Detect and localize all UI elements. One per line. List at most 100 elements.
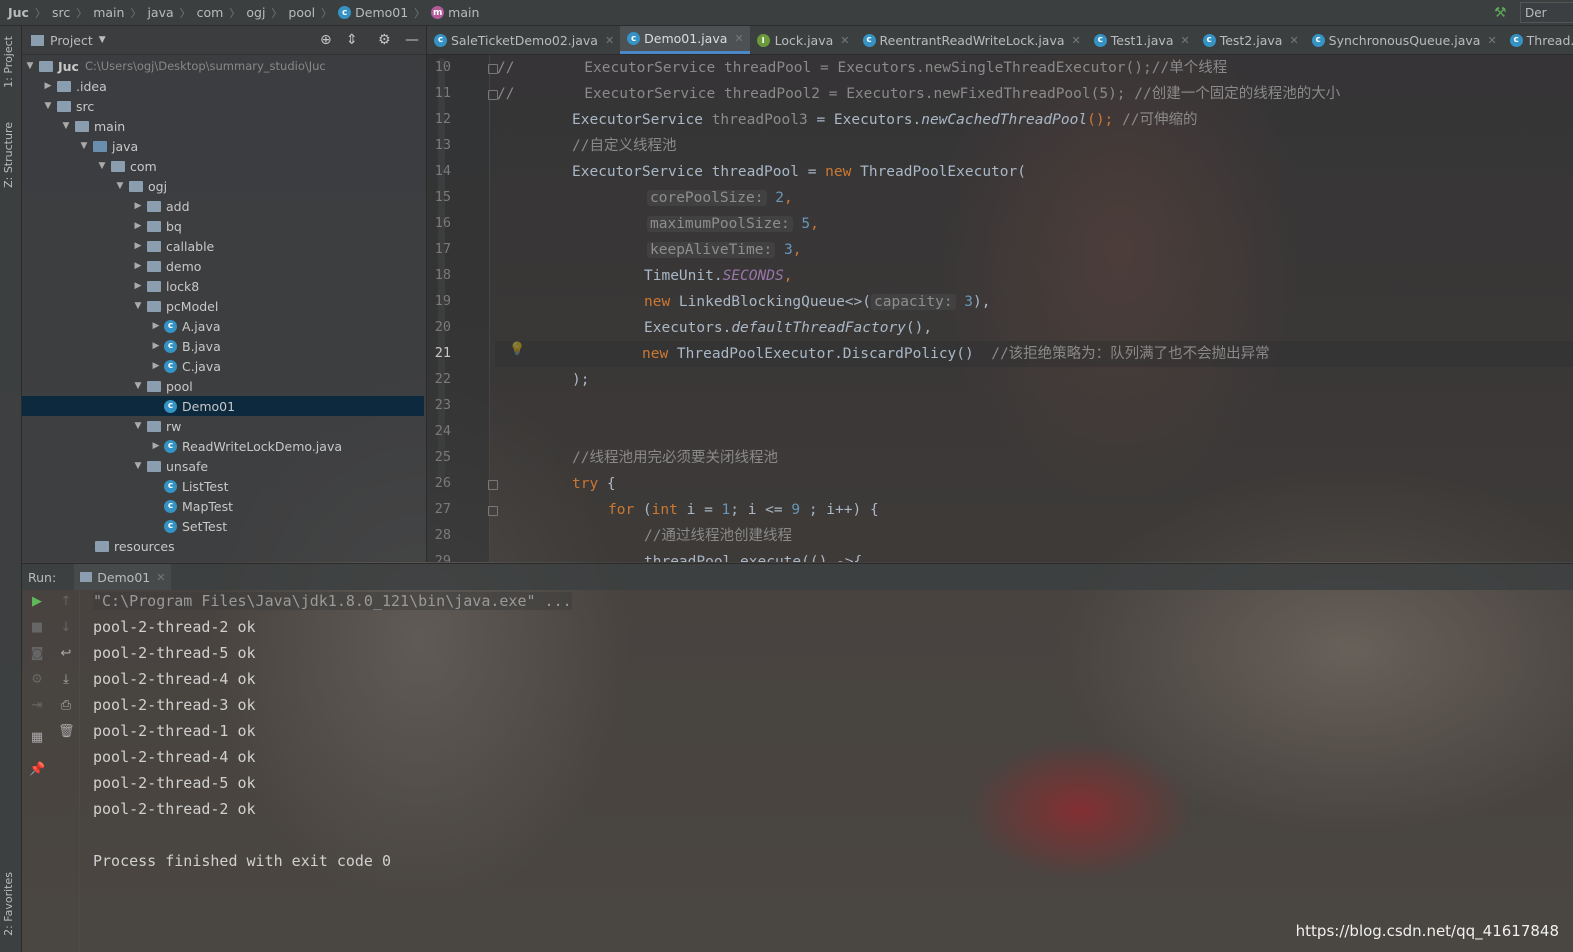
tree-item-main[interactable]: ▼ main [22,116,424,136]
tree-item-add[interactable]: ▶ add [22,196,424,216]
soft-wrap-icon[interactable]: ↩ [58,646,74,661]
exit-icon[interactable]: ⇥ [29,698,45,713]
tree-item-pcmodel[interactable]: ▼ pcModel [22,296,424,316]
tree-item-pool[interactable]: ▼ pool [22,376,424,396]
fold-marker-icon[interactable] [488,506,498,516]
collapsed-arrow-icon[interactable]: ▶ [150,361,162,371]
close-icon[interactable]: ✕ [840,34,849,47]
breadcrumb-java[interactable]: java [144,5,176,20]
hide-panel-icon[interactable]: — [405,32,419,48]
tree-item-demo01[interactable]: c Demo01 [22,396,424,416]
rerun-icon[interactable]: ▶ [29,594,45,609]
pin-icon[interactable]: 📌 [29,762,45,777]
console-output[interactable]: "C:\Program Files\Java\jdk1.8.0_121\bin\… [80,590,1573,952]
tree-item-com[interactable]: ▼ com [22,156,424,176]
collapsed-arrow-icon[interactable]: ▶ [42,81,54,91]
tree-item-settest[interactable]: c SetTest [22,516,424,536]
tree-item-src[interactable]: ▼ src [22,96,424,116]
expand-arrow-icon[interactable]: ▼ [96,161,108,171]
tree-item-juc[interactable]: ▼ Juc C:\Users\ogj\Desktop\summary_studi… [22,56,424,76]
collapsed-arrow-icon[interactable]: ▶ [132,221,144,231]
print-icon[interactable]: ⎙ [58,698,74,713]
tree-item-java[interactable]: ▼ java [22,136,424,156]
tree-item-c-java[interactable]: ▶ c C.java [22,356,424,376]
expand-arrow-icon[interactable]: ▼ [24,61,36,71]
breadcrumb-pool[interactable]: pool [285,5,318,20]
scroll-up-icon[interactable]: ↑ [58,594,74,609]
tree-item-readwritelockdemo[interactable]: ▶ c ReadWriteLockDemo.java [22,436,424,456]
console-output-line: pool-2-thread-5 ok [93,644,256,662]
collapsed-arrow-icon[interactable]: ▶ [150,341,162,351]
tree-item-a-java[interactable]: ▶ c A.java [22,316,424,336]
expand-arrow-icon[interactable]: ▼ [42,101,54,111]
close-icon[interactable]: ✕ [1487,34,1496,47]
tab-reentrantreadwritelock[interactable]: c ReentrantReadWriteLock.java ✕ [856,26,1087,54]
tree-item-resources[interactable]: resources [22,536,424,556]
expand-arrow-icon[interactable]: ▼ [132,421,144,431]
tree-item-lock8[interactable]: ▶ lock8 [22,276,424,296]
tab-synchronousqueue[interactable]: c SynchronousQueue.java ✕ [1305,26,1503,54]
tab-demo01[interactable]: c Demo01.java ✕ [620,26,750,54]
breadcrumb-com[interactable]: com [194,5,227,20]
collapsed-arrow-icon[interactable]: ▶ [150,321,162,331]
expand-arrow-icon[interactable]: ▼ [132,381,144,391]
breadcrumb-demo01[interactable]: c Demo01 [335,5,411,20]
breadcrumb-main[interactable]: main [90,5,127,20]
run-tab-demo01[interactable]: Demo01 ✕ [74,564,172,590]
project-view-selector[interactable]: Project [50,33,93,48]
close-icon[interactable]: ✕ [1289,34,1298,47]
stop-icon[interactable]: ■ [29,620,45,635]
settings-icon[interactable]: ⚙ [29,672,45,687]
gear-icon[interactable]: ⚙ [378,32,391,48]
tree-item-maptest[interactable]: c MapTest [22,496,424,516]
close-icon[interactable]: ✕ [156,571,165,584]
tree-item-listtest[interactable]: c ListTest [22,476,424,496]
favorites-tool-tab[interactable]: 2: Favorites [2,872,15,936]
breadcrumb-juc[interactable]: Juc [0,5,32,20]
chevron-down-icon[interactable]: ▼ [99,35,106,45]
tab-thread[interactable]: cThread.java [1503,26,1573,54]
scroll-down-icon[interactable]: ↓ [58,620,74,635]
structure-tool-tab[interactable]: Z: Structure [2,122,15,188]
close-icon[interactable]: ✕ [1180,34,1189,47]
tree-item-ogj[interactable]: ▼ ogj [22,176,424,196]
collapsed-arrow-icon[interactable]: ▶ [132,261,144,271]
tree-item-idea[interactable]: ▶ .idea [22,76,424,96]
tab-test2[interactable]: c Test2.java ✕ [1196,26,1305,54]
collapse-all-icon[interactable]: ⇕ [346,32,358,48]
tab-test1[interactable]: c Test1.java ✕ [1087,26,1196,54]
breadcrumb-ogj[interactable]: ogj [243,5,268,20]
camera-icon[interactable]: ◙ [29,646,45,661]
code-editor[interactable]: 10 11 12 13 14 15 16 17 18 19 20 21 22 2… [427,55,1573,562]
breadcrumb-main-method[interactable]: m main [428,5,482,20]
tree-item-demo[interactable]: ▶ demo [22,256,424,276]
run-configuration-selector[interactable]: Der [1520,2,1573,23]
close-icon[interactable]: ✕ [734,32,743,45]
tab-saleticketdemo02[interactable]: c SaleTicketDemo02.java ✕ [427,26,620,54]
collapsed-arrow-icon[interactable]: ▶ [132,201,144,211]
collapsed-arrow-icon[interactable]: ▶ [132,281,144,291]
trash-icon[interactable]: 🗑 [58,724,75,739]
tree-item-unsafe[interactable]: ▼ unsafe [22,456,424,476]
locate-file-icon[interactable]: ⊕ [320,32,332,48]
expand-arrow-icon[interactable]: ▼ [114,181,126,191]
breadcrumb-src[interactable]: src [49,5,73,20]
expand-arrow-icon[interactable]: ▼ [132,301,144,311]
project-tool-tab[interactable]: 1: Project [2,36,15,88]
layout-icon[interactable]: ▦ [29,730,45,745]
close-icon[interactable]: ✕ [1072,34,1081,47]
build-hammer-icon[interactable]: ⚒ [1494,5,1507,21]
scroll-to-end-icon[interactable]: ⤓ [58,672,74,687]
tree-item-callable[interactable]: ▶ callable [22,236,424,256]
fold-marker-icon[interactable] [488,480,498,490]
collapsed-arrow-icon[interactable]: ▶ [150,441,162,451]
tree-item-bq[interactable]: ▶ bq [22,216,424,236]
tree-item-b-java[interactable]: ▶ c B.java [22,336,424,356]
close-icon[interactable]: ✕ [605,34,614,47]
expand-arrow-icon[interactable]: ▼ [78,141,90,151]
collapsed-arrow-icon[interactable]: ▶ [132,241,144,251]
tree-item-rw[interactable]: ▼ rw [22,416,424,436]
expand-arrow-icon[interactable]: ▼ [132,461,144,471]
tab-lock[interactable]: I Lock.java ✕ [750,26,856,54]
expand-arrow-icon[interactable]: ▼ [60,121,72,131]
